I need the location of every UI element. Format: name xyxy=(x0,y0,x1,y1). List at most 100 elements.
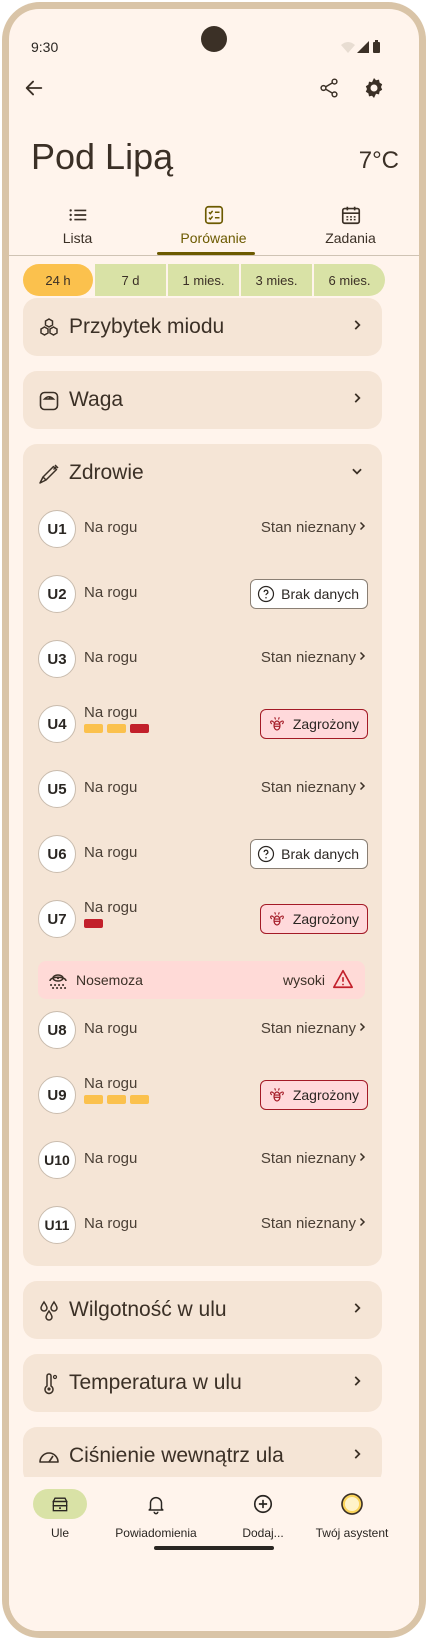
range-1m[interactable]: 1 mies. xyxy=(168,264,239,296)
nav-asystent[interactable]: Twój asystent xyxy=(301,1489,403,1540)
range-24h[interactable]: 24 h xyxy=(23,264,93,296)
hive-badge[interactable]: U2 xyxy=(38,575,76,613)
range-3m[interactable]: 3 mies. xyxy=(241,264,312,296)
hive-badge[interactable]: U6 xyxy=(38,835,76,873)
settings-button[interactable] xyxy=(354,68,394,108)
hive-badge[interactable]: U5 xyxy=(38,770,76,808)
hive-badge[interactable]: U11 xyxy=(38,1206,76,1244)
tab-label: Lista xyxy=(62,230,93,246)
section-title: Temperatura w ulu xyxy=(69,1371,242,1394)
table-row[interactable]: U6 Na rogu Brak danych xyxy=(23,823,382,887)
status-badge[interactable]: Zagrożony xyxy=(259,1080,368,1110)
status-badge-label: Zagrożony xyxy=(292,716,359,732)
status-badge-label: Zagrożony xyxy=(292,1087,359,1103)
hive-badge[interactable]: U9 xyxy=(38,1076,76,1114)
calendar-icon xyxy=(341,206,360,225)
status-badge[interactable]: Brak danych xyxy=(250,839,368,869)
table-row[interactable]: U3 Na rogu Stan nieznany xyxy=(23,628,382,692)
table-row[interactable]: U11 Na rogu Stan nieznany xyxy=(23,1194,382,1258)
status-text[interactable]: Stan nieznany xyxy=(261,649,356,666)
checklist-icon xyxy=(204,205,223,225)
status-badge[interactable]: Zagrożony xyxy=(259,709,368,739)
home-indicator xyxy=(154,1546,274,1550)
status-badge[interactable]: Zagrożony xyxy=(259,904,368,934)
chevron-right-icon xyxy=(354,1376,361,1386)
phone-frame: 9:30 Pod Lipą 7°C Lista Porówanie Zadani… xyxy=(0,0,428,1640)
nav-powiadomienia[interactable]: Powiadomienia xyxy=(105,1489,207,1540)
status-text[interactable]: Stan nieznany xyxy=(261,519,356,536)
hive-icon xyxy=(52,1497,68,1512)
range-7d[interactable]: 7 d xyxy=(95,264,166,296)
table-row[interactable]: U2 Na rogu Brak danych xyxy=(23,563,382,627)
table-row[interactable]: U9 Na rogu Zagrożony xyxy=(23,1064,382,1128)
status-badge-label: Brak danych xyxy=(281,586,359,602)
section-header[interactable]: Wilgotność w ulu xyxy=(23,1281,382,1339)
status-text[interactable]: Stan nieznany xyxy=(261,1215,356,1232)
nav-label: Ule xyxy=(50,1526,69,1540)
nav-label: Dodaj... xyxy=(242,1526,284,1540)
section-header[interactable]: Zdrowie xyxy=(23,444,382,502)
page-title: Pod Lipą xyxy=(31,136,174,177)
hive-location: Na rogu xyxy=(84,584,138,601)
status-time: 9:30 xyxy=(31,39,59,55)
gauge-icon xyxy=(39,1452,59,1463)
help-circle-icon xyxy=(258,845,275,863)
status-badge[interactable]: Brak danych xyxy=(250,579,368,609)
risk-bar-danger xyxy=(84,919,103,928)
tab-zadania[interactable]: Zadania xyxy=(282,193,419,255)
risk-bar-warning xyxy=(84,1095,103,1104)
honeycomb-icon xyxy=(40,318,58,336)
chevron-right-icon xyxy=(354,320,361,330)
add-circle-icon xyxy=(253,1494,273,1514)
chevron-down-icon xyxy=(352,468,362,475)
section-header[interactable]: Temperatura w ulu xyxy=(23,1354,382,1412)
section-health: Zdrowie U1 Na rogu Stan nieznany U2 Na r… xyxy=(23,444,382,1266)
hive-location: Na rogu xyxy=(84,779,138,796)
bell-icon xyxy=(148,1496,164,1515)
hive-badge[interactable]: U8 xyxy=(38,1011,76,1049)
section-header[interactable]: Przybytek miodu xyxy=(23,298,382,356)
section-weight: Waga xyxy=(23,371,382,429)
nav-pill xyxy=(129,1489,183,1519)
table-row[interactable]: U1 Na rogu Stan nieznany xyxy=(23,498,382,562)
disease-alert[interactable]: Nosemoza wysoki xyxy=(38,961,365,999)
back-button[interactable] xyxy=(14,68,54,108)
chevron-right-icon xyxy=(359,1217,366,1227)
section-header[interactable]: Waga xyxy=(23,371,382,429)
section-honey: Przybytek miodu xyxy=(23,298,382,356)
hive-badge[interactable]: U7 xyxy=(38,900,76,938)
chevron-right-icon xyxy=(354,1303,361,1313)
status-text[interactable]: Stan nieznany xyxy=(261,1020,356,1037)
alert-label: Nosemoza xyxy=(76,972,143,988)
divider xyxy=(9,255,419,256)
risk-indicator xyxy=(84,724,149,733)
hive-badge[interactable]: U4 xyxy=(38,705,76,743)
nav-dodaj[interactable]: Dodaj... xyxy=(212,1489,314,1540)
app-screen: 9:30 Pod Lipą 7°C Lista Porówanie Zadani… xyxy=(9,9,419,1631)
share-button[interactable] xyxy=(309,68,349,108)
hive-badge[interactable]: U3 xyxy=(38,640,76,678)
nav-label: Twój asystent xyxy=(315,1526,389,1540)
table-row[interactable]: U4 Na rogu Zagrożony xyxy=(23,693,382,757)
tab-porownanie[interactable]: Porówanie xyxy=(145,193,282,255)
warning-icon xyxy=(333,969,353,989)
status-text[interactable]: Stan nieznany xyxy=(261,1150,356,1167)
table-row[interactable]: U7 Na rogu Zagrożony xyxy=(23,888,382,952)
chevron-right-icon xyxy=(354,393,361,403)
camera-cutout xyxy=(201,26,227,52)
table-row[interactable]: U5 Na rogu Stan nieznany xyxy=(23,758,382,822)
status-text[interactable]: Stan nieznany xyxy=(261,779,356,796)
table-row[interactable]: U8 Na rogu Stan nieznany xyxy=(23,999,382,1063)
outside-temperature: 7°C xyxy=(358,147,399,174)
battery-icon xyxy=(373,42,380,53)
table-row[interactable]: U10 Na rogu Stan nieznany xyxy=(23,1129,382,1193)
status-badge-label: Brak danych xyxy=(281,846,359,862)
nav-ule[interactable]: Ule xyxy=(9,1489,111,1540)
range-6m[interactable]: 6 mies. xyxy=(314,264,385,296)
hive-badge[interactable]: U10 xyxy=(38,1141,76,1179)
chevron-right-icon xyxy=(359,1022,366,1032)
hive-badge[interactable]: U1 xyxy=(38,510,76,548)
nav-pill-active xyxy=(33,1489,87,1519)
tab-lista[interactable]: Lista xyxy=(9,193,146,255)
chevron-right-icon xyxy=(359,1152,366,1162)
